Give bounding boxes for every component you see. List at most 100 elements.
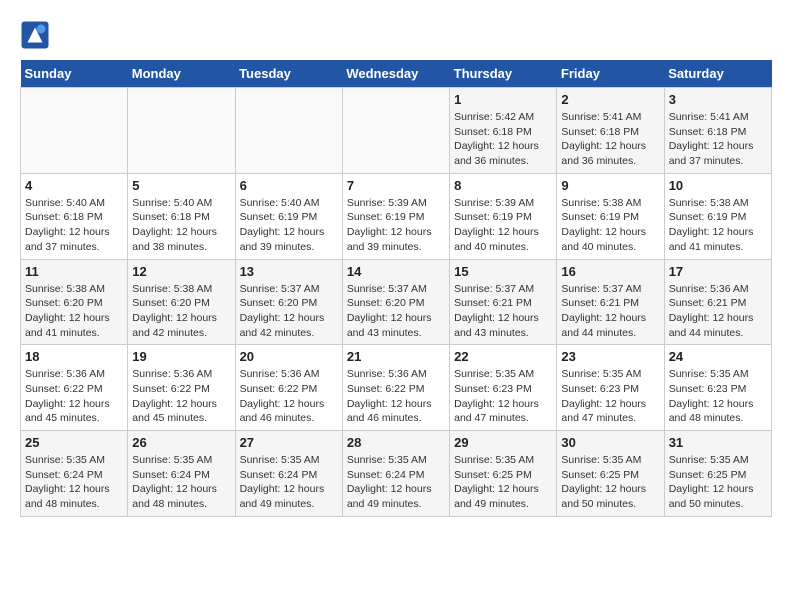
calendar-cell: 11 Sunrise: 5:38 AMSunset: 6:20 PMDayligh… <box>21 259 128 345</box>
calendar-cell <box>342 88 449 174</box>
day-number: 17 <box>669 264 767 279</box>
calendar-cell: 5 Sunrise: 5:40 AMSunset: 6:18 PMDaylight… <box>128 173 235 259</box>
day-number: 4 <box>25 178 123 193</box>
day-number: 22 <box>454 349 552 364</box>
calendar-cell: 20 Sunrise: 5:36 AMSunset: 6:22 PMDayligh… <box>235 345 342 431</box>
day-info: Sunrise: 5:35 AMSunset: 6:24 PMDaylight:… <box>25 453 123 512</box>
calendar-cell <box>235 88 342 174</box>
calendar-week-row: 11 Sunrise: 5:38 AMSunset: 6:20 PMDayligh… <box>21 259 772 345</box>
day-info: Sunrise: 5:35 AMSunset: 6:24 PMDaylight:… <box>347 453 445 512</box>
day-info: Sunrise: 5:35 AMSunset: 6:23 PMDaylight:… <box>669 367 767 426</box>
day-info: Sunrise: 5:39 AMSunset: 6:19 PMDaylight:… <box>454 196 552 255</box>
calendar-cell: 13Sunrise: 5:37 AMSunset: 6:20 PMDayligh… <box>235 259 342 345</box>
day-number: 23 <box>561 349 659 364</box>
calendar-week-row: 18 Sunrise: 5:36 AMSunset: 6:22 PMDayligh… <box>21 345 772 431</box>
day-info: Sunrise: 5:40 AMSunset: 6:18 PMDaylight:… <box>25 196 123 255</box>
calendar-cell: 8 Sunrise: 5:39 AMSunset: 6:19 PMDaylight… <box>450 173 557 259</box>
day-number: 16 <box>561 264 659 279</box>
logo <box>20 20 52 50</box>
calendar-week-row: 25 Sunrise: 5:35 AMSunset: 6:24 PMDayligh… <box>21 431 772 517</box>
day-header-sunday: Sunday <box>21 60 128 88</box>
day-info: Sunrise: 5:37 AMSunset: 6:21 PMDaylight:… <box>454 282 552 341</box>
day-number: 5 <box>132 178 230 193</box>
day-number: 14 <box>347 264 445 279</box>
day-info: Sunrise: 5:35 AMSunset: 6:24 PMDaylight:… <box>240 453 338 512</box>
day-number: 11 <box>25 264 123 279</box>
calendar-week-row: 4 Sunrise: 5:40 AMSunset: 6:18 PMDaylight… <box>21 173 772 259</box>
calendar-cell <box>21 88 128 174</box>
calendar-cell: 30Sunrise: 5:35 AMSunset: 6:25 PMDayligh… <box>557 431 664 517</box>
day-number: 27 <box>240 435 338 450</box>
day-number: 25 <box>25 435 123 450</box>
day-info: Sunrise: 5:36 AMSunset: 6:22 PMDaylight:… <box>132 367 230 426</box>
day-number: 19 <box>132 349 230 364</box>
day-number: 8 <box>454 178 552 193</box>
calendar-cell: 2 Sunrise: 5:41 AMSunset: 6:18 PMDaylight… <box>557 88 664 174</box>
calendar-table: SundayMondayTuesdayWednesdayThursdayFrid… <box>20 60 772 517</box>
day-number: 9 <box>561 178 659 193</box>
day-number: 15 <box>454 264 552 279</box>
calendar-cell: 16 Sunrise: 5:37 AMSunset: 6:21 PMDayligh… <box>557 259 664 345</box>
calendar-cell: 3Sunrise: 5:41 AMSunset: 6:18 PMDaylight… <box>664 88 771 174</box>
day-info: Sunrise: 5:40 AMSunset: 6:18 PMDaylight:… <box>132 196 230 255</box>
calendar-cell: 28 Sunrise: 5:35 AMSunset: 6:24 PMDayligh… <box>342 431 449 517</box>
day-info: Sunrise: 5:35 AMSunset: 6:24 PMDaylight:… <box>132 453 230 512</box>
day-number: 20 <box>240 349 338 364</box>
day-number: 10 <box>669 178 767 193</box>
day-number: 12 <box>132 264 230 279</box>
day-number: 30 <box>561 435 659 450</box>
calendar-cell: 19 Sunrise: 5:36 AMSunset: 6:22 PMDayligh… <box>128 345 235 431</box>
day-info: Sunrise: 5:35 AMSunset: 6:25 PMDaylight:… <box>669 453 767 512</box>
day-info: Sunrise: 5:36 AMSunset: 6:22 PMDaylight:… <box>347 367 445 426</box>
day-info: Sunrise: 5:36 AMSunset: 6:21 PMDaylight:… <box>669 282 767 341</box>
day-info: Sunrise: 5:35 AMSunset: 6:25 PMDaylight:… <box>454 453 552 512</box>
day-header-tuesday: Tuesday <box>235 60 342 88</box>
page-header <box>20 20 772 50</box>
day-info: Sunrise: 5:38 AMSunset: 6:20 PMDaylight:… <box>25 282 123 341</box>
day-info: Sunrise: 5:35 AMSunset: 6:23 PMDaylight:… <box>454 367 552 426</box>
day-number: 29 <box>454 435 552 450</box>
day-number: 7 <box>347 178 445 193</box>
calendar-cell: 17 Sunrise: 5:36 AMSunset: 6:21 PMDayligh… <box>664 259 771 345</box>
day-info: Sunrise: 5:37 AMSunset: 6:21 PMDaylight:… <box>561 282 659 341</box>
day-info: Sunrise: 5:36 AMSunset: 6:22 PMDaylight:… <box>240 367 338 426</box>
day-header-thursday: Thursday <box>450 60 557 88</box>
calendar-cell: 25 Sunrise: 5:35 AMSunset: 6:24 PMDayligh… <box>21 431 128 517</box>
day-info: Sunrise: 5:35 AMSunset: 6:23 PMDaylight:… <box>561 367 659 426</box>
calendar-cell: 6 Sunrise: 5:40 AMSunset: 6:19 PMDaylight… <box>235 173 342 259</box>
day-header-friday: Friday <box>557 60 664 88</box>
calendar-cell: 4 Sunrise: 5:40 AMSunset: 6:18 PMDaylight… <box>21 173 128 259</box>
calendar-cell: 9 Sunrise: 5:38 AMSunset: 6:19 PMDaylight… <box>557 173 664 259</box>
day-info: Sunrise: 5:38 AMSunset: 6:19 PMDaylight:… <box>669 196 767 255</box>
calendar-cell: 31Sunrise: 5:35 AMSunset: 6:25 PMDayligh… <box>664 431 771 517</box>
day-header-saturday: Saturday <box>664 60 771 88</box>
calendar-cell: 27 Sunrise: 5:35 AMSunset: 6:24 PMDayligh… <box>235 431 342 517</box>
day-info: Sunrise: 5:41 AMSunset: 6:18 PMDaylight:… <box>669 110 767 169</box>
calendar-cell: 24Sunrise: 5:35 AMSunset: 6:23 PMDayligh… <box>664 345 771 431</box>
day-header-wednesday: Wednesday <box>342 60 449 88</box>
day-info: Sunrise: 5:36 AMSunset: 6:22 PMDaylight:… <box>25 367 123 426</box>
calendar-cell: 15 Sunrise: 5:37 AMSunset: 6:21 PMDayligh… <box>450 259 557 345</box>
day-number: 26 <box>132 435 230 450</box>
calendar-week-row: 1Sunrise: 5:42 AMSunset: 6:18 PMDaylight… <box>21 88 772 174</box>
day-number: 18 <box>25 349 123 364</box>
day-info: Sunrise: 5:42 AMSunset: 6:18 PMDaylight:… <box>454 110 552 169</box>
day-number: 28 <box>347 435 445 450</box>
day-number: 6 <box>240 178 338 193</box>
calendar-header-row: SundayMondayTuesdayWednesdayThursdayFrid… <box>21 60 772 88</box>
calendar-cell: 21 Sunrise: 5:36 AMSunset: 6:22 PMDayligh… <box>342 345 449 431</box>
day-number: 13 <box>240 264 338 279</box>
calendar-cell: 26 Sunrise: 5:35 AMSunset: 6:24 PMDayligh… <box>128 431 235 517</box>
day-info: Sunrise: 5:40 AMSunset: 6:19 PMDaylight:… <box>240 196 338 255</box>
day-info: Sunrise: 5:37 AMSunset: 6:20 PMDaylight:… <box>347 282 445 341</box>
day-info: Sunrise: 5:38 AMSunset: 6:19 PMDaylight:… <box>561 196 659 255</box>
day-info: Sunrise: 5:41 AMSunset: 6:18 PMDaylight:… <box>561 110 659 169</box>
day-number: 21 <box>347 349 445 364</box>
calendar-cell: 29 Sunrise: 5:35 AMSunset: 6:25 PMDayligh… <box>450 431 557 517</box>
calendar-cell: 10 Sunrise: 5:38 AMSunset: 6:19 PMDayligh… <box>664 173 771 259</box>
calendar-cell: 12 Sunrise: 5:38 AMSunset: 6:20 PMDayligh… <box>128 259 235 345</box>
day-number: 2 <box>561 92 659 107</box>
calendar-cell: 14 Sunrise: 5:37 AMSunset: 6:20 PMDayligh… <box>342 259 449 345</box>
day-info: Sunrise: 5:38 AMSunset: 6:20 PMDaylight:… <box>132 282 230 341</box>
logo-icon <box>20 20 50 50</box>
